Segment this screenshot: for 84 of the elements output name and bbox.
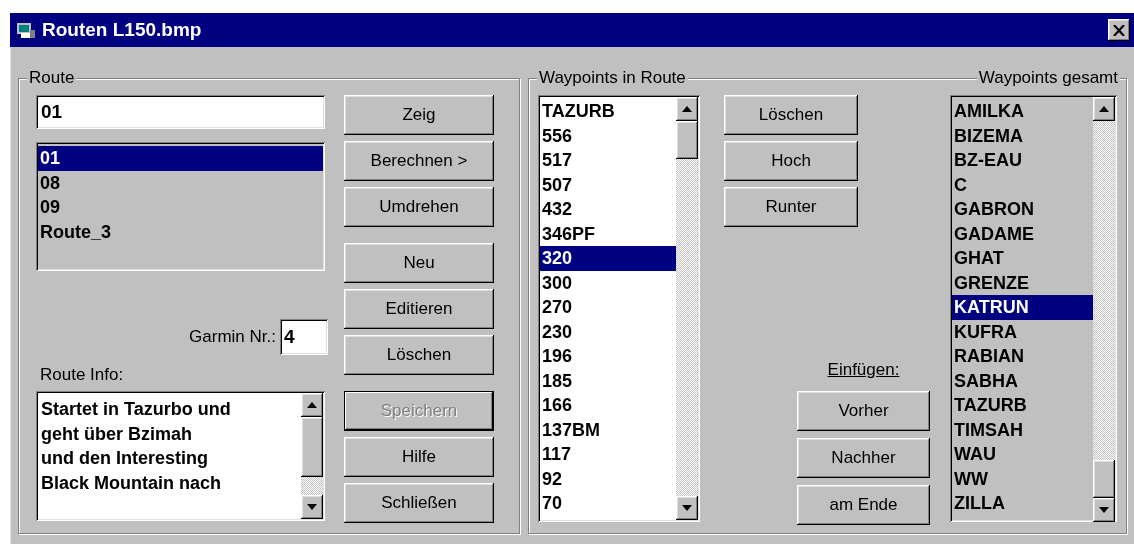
list-box[interactable]: TAZURB 556 517 507 432 346PF 320 300 270 230 196 185 166 137BM 117 92 70: [538, 95, 700, 522]
list-item[interactable]: ZILLA: [952, 491, 1093, 516]
close-icon: [1113, 24, 1125, 36]
list-item[interactable]: AMILKA: [952, 99, 1093, 124]
list-box[interactable]: 01 08 09 Route_3: [36, 142, 325, 271]
button[interactable]: Berechnen >: [344, 141, 494, 181]
list-item[interactable]: 185: [540, 368, 676, 393]
button[interactable]: Nachher: [797, 438, 930, 478]
list-item[interactable]: GADAME: [952, 221, 1093, 246]
button[interactable]: Hoch: [724, 141, 858, 181]
list-item[interactable]: TIMSAH: [952, 417, 1093, 442]
down-arrow-icon: [682, 505, 692, 511]
scroll-up-button[interactable]: [301, 393, 323, 417]
list-item[interactable]: GABRON: [952, 197, 1093, 222]
up-arrow-icon: [1099, 106, 1109, 112]
list-item[interactable]: 556: [540, 123, 676, 148]
button[interactable]: Umdrehen: [344, 187, 494, 227]
button[interactable]: Löschen: [724, 95, 858, 135]
button[interactable]: am Ende: [797, 485, 930, 525]
list-item[interactable]: 507: [540, 172, 676, 197]
list-item[interactable]: WW: [952, 466, 1093, 491]
list-item[interactable]: BZ-EAU: [952, 148, 1093, 173]
list-item[interactable]: 432: [540, 197, 676, 222]
down-arrow-icon: [307, 504, 317, 510]
list-item[interactable]: GHAT: [952, 246, 1093, 271]
group-legend: Waypoints gesamt: [976, 68, 1120, 88]
list-item[interactable]: KATRUN: [952, 295, 1093, 320]
scroll-down-button[interactable]: [1093, 498, 1115, 522]
insert-label: Einfügen:: [827, 360, 900, 380]
list-item[interactable]: 137BM: [540, 417, 676, 442]
list-item[interactable]: TAZURB: [952, 393, 1093, 418]
down-arrow-icon: [1099, 507, 1109, 513]
group-legend: Waypoints in Route: [537, 68, 688, 88]
button[interactable]: Hilfe: [344, 437, 494, 477]
list-item[interactable]: 346PF: [540, 221, 676, 246]
window-title: Routen L150.bmp: [42, 19, 203, 41]
button[interactable]: Schließen: [344, 483, 494, 523]
route-info-label: Route Info:: [40, 365, 125, 385]
button[interactable]: Löschen: [344, 335, 494, 375]
list-item[interactable]: RABIAN: [952, 344, 1093, 369]
button[interactable]: Neu: [344, 243, 494, 283]
scrollbar[interactable]: [1093, 97, 1115, 520]
list-item[interactable]: BIZEMA: [952, 123, 1093, 148]
list-item[interactable]: KUFRA: [952, 319, 1093, 344]
garmin-label: Garmin Nr.:: [189, 327, 276, 347]
list-item[interactable]: 196: [540, 344, 676, 369]
list-item[interactable]: SABHA: [952, 368, 1093, 393]
list-item[interactable]: 517: [540, 148, 676, 173]
scroll-down-button[interactable]: [301, 495, 323, 519]
close-button[interactable]: [1108, 19, 1130, 41]
button[interactable]: Vorher: [797, 391, 930, 431]
list-item[interactable]: 166: [540, 393, 676, 418]
list-item[interactable]: 70: [540, 491, 676, 516]
route-info-field[interactable]: Startet in Tazurbo und geht über Bzimah und den Interesting Black Mountain nach: [36, 391, 325, 521]
button[interactable]: Zeig: [344, 95, 494, 135]
scrollbar[interactable]: [676, 97, 698, 520]
scrollbar[interactable]: [301, 393, 323, 519]
scroll-thumb[interactable]: [1093, 460, 1115, 498]
list-item[interactable]: 300: [540, 270, 676, 295]
garmin-number-field[interactable]: 4: [280, 319, 328, 355]
list-item[interactable]: 01: [38, 146, 323, 171]
list-item[interactable]: 09: [38, 195, 323, 220]
list-item[interactable]: 08: [38, 170, 323, 195]
up-arrow-icon: [307, 402, 317, 408]
list-item[interactable]: Route_3: [38, 219, 323, 244]
list-item[interactable]: 117: [540, 442, 676, 467]
list-item[interactable]: TAZURB: [540, 99, 676, 124]
list-item[interactable]: 92: [540, 466, 676, 491]
button[interactable]: Runter: [724, 187, 858, 227]
list-item[interactable]: WAU: [952, 442, 1093, 467]
scroll-thumb[interactable]: [676, 121, 698, 159]
list-item[interactable]: C: [952, 172, 1093, 197]
list-item[interactable]: 230: [540, 319, 676, 344]
list-item[interactable]: 270: [540, 295, 676, 320]
list-box[interactable]: AMILKA BIZEMA BZ-EAU C GABRON GADAME GHAT GRENZE KATRUN KUFRA RABIAN SABHA TAZURB TIMSAH WAU WW ZILLA: [950, 95, 1117, 522]
scroll-thumb[interactable]: [301, 417, 323, 477]
up-arrow-icon: [682, 106, 692, 112]
route-name-field[interactable]: 01: [36, 95, 325, 129]
list-item[interactable]: 320: [540, 246, 676, 271]
button[interactable]: Editieren: [344, 289, 494, 329]
scroll-up-button[interactable]: [1093, 97, 1115, 121]
list-item[interactable]: GRENZE: [952, 270, 1093, 295]
scroll-up-button[interactable]: [676, 97, 698, 121]
scroll-down-button[interactable]: [676, 496, 698, 520]
